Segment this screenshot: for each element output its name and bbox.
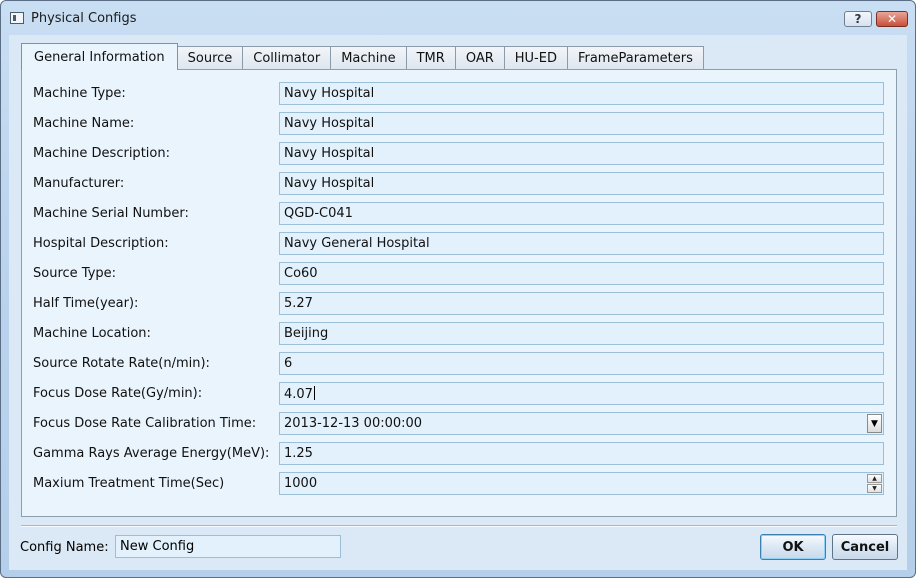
tab-oar[interactable]: OAR (454, 46, 505, 70)
close-button[interactable]: ✕ (876, 11, 908, 27)
config-name-label: Config Name: (20, 540, 109, 555)
form-row: Machine Type: Navy Hospital (22, 82, 898, 106)
footer-divider (21, 525, 897, 527)
hospital-description-label: Hospital Description: (33, 236, 169, 251)
dropdown-arrow-icon[interactable]: ▼ (867, 414, 882, 433)
tab-bar: General Information Source Collimator Ma… (21, 43, 704, 70)
source-type-field[interactable]: Co60 (279, 262, 884, 285)
form-row: Gamma Rays Average Energy(MeV): 1.25 (22, 442, 898, 466)
hospital-description-field[interactable]: Navy General Hospital (279, 232, 884, 255)
ok-button[interactable]: OK (760, 534, 826, 560)
focus-dose-rate-value: 4.07 (284, 387, 313, 402)
dialog-body: General Information Source Collimator Ma… (9, 35, 907, 570)
form-row: Source Type: Co60 (22, 262, 898, 286)
form-row: Machine Description: Navy Hospital (22, 142, 898, 166)
machine-location-field[interactable]: Beijing (279, 322, 884, 345)
machine-name-label: Machine Name: (33, 116, 135, 131)
config-name-input[interactable]: New Config (115, 535, 341, 558)
half-time-field[interactable]: 5.27 (279, 292, 884, 315)
form-row: Manufacturer: Navy Hospital (22, 172, 898, 196)
gamma-rays-energy-label: Gamma Rays Average Energy(MeV): (33, 446, 270, 461)
manufacturer-label: Manufacturer: (33, 176, 125, 191)
tab-collimator[interactable]: Collimator (242, 46, 332, 70)
calibration-time-label: Focus Dose Rate Calibration Time: (33, 416, 257, 431)
focus-dose-rate-field[interactable]: 4.07 (279, 382, 884, 405)
title-bar[interactable]: Physical Configs ? ✕ (1, 1, 915, 35)
spin-buttons: ▲ ▼ (867, 474, 882, 493)
machine-description-label: Machine Description: (33, 146, 170, 161)
focus-dose-rate-label: Focus Dose Rate(Gy/min): (33, 386, 203, 401)
tab-hu-ed[interactable]: HU-ED (503, 46, 568, 70)
source-rotate-rate-field[interactable]: 6 (279, 352, 884, 375)
gamma-rays-energy-field[interactable]: 1.25 (279, 442, 884, 465)
max-treatment-time-label: Maxium Treatment Time(Sec) (33, 476, 225, 491)
max-treatment-time-value: 1000 (284, 476, 318, 491)
window-title: Physical Configs (31, 11, 137, 26)
form-row: Machine Name: Navy Hospital (22, 112, 898, 136)
form-row: Maxium Treatment Time(Sec) 1000 ▲ ▼ (22, 472, 898, 496)
calibration-time-dropdown[interactable]: 2013-12-13 00:00:00 ▼ (279, 412, 884, 435)
machine-serial-number-field[interactable]: QGD-C041 (279, 202, 884, 225)
general-information-panel: Machine Type: Navy Hospital Machine Name… (21, 69, 897, 517)
app-icon (10, 12, 24, 24)
machine-serial-number-label: Machine Serial Number: (33, 206, 189, 221)
form-row: Focus Dose Rate(Gy/min): 4.07 (22, 382, 898, 406)
calibration-time-value: 2013-12-13 00:00:00 (284, 416, 423, 431)
source-type-label: Source Type: (33, 266, 117, 281)
cancel-button[interactable]: Cancel (832, 534, 898, 560)
machine-location-label: Machine Location: (33, 326, 151, 341)
form-row: Source Rotate Rate(n/min): 6 (22, 352, 898, 376)
manufacturer-field[interactable]: Navy Hospital (279, 172, 884, 195)
source-rotate-rate-label: Source Rotate Rate(n/min): (33, 356, 210, 371)
machine-description-field[interactable]: Navy Hospital (279, 142, 884, 165)
tab-frame-parameters[interactable]: FrameParameters (566, 46, 704, 70)
physical-configs-dialog: Physical Configs ? ✕ General Information… (0, 0, 916, 578)
machine-name-field[interactable]: Navy Hospital (279, 112, 884, 135)
form-row: Machine Location: Beijing (22, 322, 898, 346)
machine-type-field[interactable]: Navy Hospital (279, 82, 884, 105)
tab-general-information[interactable]: General Information (21, 43, 178, 70)
form-row: Focus Dose Rate Calibration Time: 2013-1… (22, 412, 898, 436)
form-row: Hospital Description: Navy General Hospi… (22, 232, 898, 256)
max-treatment-time-spinbox[interactable]: 1000 ▲ ▼ (279, 472, 884, 495)
half-time-label: Half Time(year): (33, 296, 139, 311)
help-button[interactable]: ? (844, 11, 872, 27)
form-row: Half Time(year): 5.27 (22, 292, 898, 316)
machine-type-label: Machine Type: (33, 86, 126, 101)
tab-source[interactable]: Source (176, 46, 244, 70)
spin-down-icon[interactable]: ▼ (867, 484, 882, 493)
tab-machine[interactable]: Machine (330, 46, 407, 70)
spin-up-icon[interactable]: ▲ (867, 474, 882, 483)
form-row: Machine Serial Number: QGD-C041 (22, 202, 898, 226)
tab-tmr[interactable]: TMR (405, 46, 456, 70)
